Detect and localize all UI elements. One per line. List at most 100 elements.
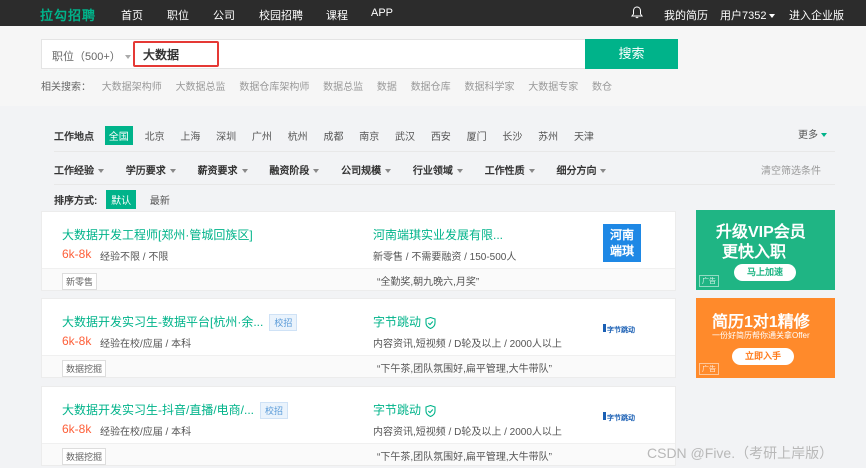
user-name: 用户7352 [720, 10, 767, 22]
company-logo[interactable]: 字节跳动 [603, 399, 641, 437]
filter-dropdown-label: 工作经验 [54, 166, 94, 177]
job-title[interactable]: 大数据开发实习生-抖音/直播/电商/... 校招 [62, 401, 289, 420]
city-option[interactable]: 厦门 [463, 126, 491, 145]
filter-dropdown-row: 工作经验 学历要求 薪资要求 融资阶段 公司规模 行业领域 工作性质 细分方向 [54, 162, 625, 177]
bell-icon[interactable] [631, 6, 643, 19]
city-option[interactable]: 武汉 [391, 126, 419, 145]
filter-dropdown-label: 细分方向 [556, 166, 597, 177]
job-requirements: 经验在校/应届 / 本科 [100, 339, 192, 350]
ad-subheadline: 一份好简历帮你通关拿Offer [712, 331, 810, 340]
ad-cta-button[interactable]: 立即入手 [732, 348, 794, 365]
filter-dropdown-salary[interactable]: 薪资要求 [198, 162, 248, 177]
city-option[interactable]: 苏州 [534, 126, 562, 145]
chevron-down-icon [528, 169, 535, 174]
company-logo[interactable]: 字节跳动 [603, 311, 641, 349]
clear-filters-link[interactable]: 清空筛选条件 [761, 162, 821, 177]
job-title[interactable]: 大数据开发实习生-数据平台[杭州·余... 校招 [62, 313, 298, 332]
chevron-down-icon [313, 169, 320, 174]
job-card-footer: 新零售 “全勤奖,朝九晚六,月奖” [42, 268, 675, 290]
search-button[interactable]: 搜索 [585, 39, 678, 69]
filter-dropdown-company-size[interactable]: 公司规模 [341, 162, 392, 177]
watermark: CSDN @Five.（考研上岸版） [647, 445, 834, 461]
filter-dropdown-job-type[interactable]: 工作性质 [485, 162, 535, 177]
nav-item-courses[interactable]: 课程 [326, 7, 348, 23]
job-title-text: 大数据开发实习生-数据平台[杭州·余... [62, 315, 264, 329]
more-cities-label: 更多 [798, 130, 818, 141]
city-option[interactable]: 天津 [570, 126, 598, 145]
chevron-down-icon [600, 169, 607, 174]
company-info: 内容资讯,短视频 / D轮及以上 / 2000人以上 [373, 427, 562, 438]
nav-item-companies[interactable]: 公司 [213, 7, 235, 23]
filter-dropdown-label: 公司规模 [341, 166, 382, 177]
job-title[interactable]: 大数据开发工程师[郑州·管城回族区] [62, 226, 253, 243]
sort-option-default[interactable]: 默认 [106, 190, 137, 209]
ad-badge: 广告 [699, 363, 719, 375]
filter-dropdown-label: 工作性质 [484, 166, 525, 177]
related-search-link[interactable]: 大数据架构师 [102, 82, 162, 93]
chevron-down-icon [98, 169, 104, 174]
related-search-link[interactable]: 大数据总监 [176, 82, 226, 93]
sort-option-latest[interactable]: 最新 [145, 190, 175, 209]
filter-dropdown-experience[interactable]: 工作经验 [54, 162, 104, 177]
company-logo-text: 河南 [609, 228, 634, 242]
resume-ad-banner[interactable]: 简历1对1精修 一份好简历帮你通关拿Offer 立即入手 广告 [696, 298, 835, 378]
city-option[interactable]: 杭州 [284, 126, 312, 145]
search-input[interactable] [133, 41, 219, 67]
city-option[interactable]: 全国 [104, 126, 133, 145]
city-option[interactable]: 深圳 [212, 126, 240, 145]
nav-item-jobs[interactable]: 职位 [167, 7, 189, 23]
user-menu[interactable]: 用户7352 [720, 7, 776, 23]
related-search-link[interactable]: 大数据专家 [528, 82, 578, 93]
related-search-link[interactable]: 数据仓库架构师 [239, 82, 309, 93]
ad-cta-button[interactable]: 马上加速 [734, 264, 796, 281]
job-requirements: 经验在校/应届 / 本科 [100, 427, 192, 438]
city-option[interactable]: 成都 [319, 126, 347, 145]
company-name[interactable]: 字节跳动 [373, 401, 436, 418]
filter-dropdown-funding[interactable]: 融资阶段 [269, 162, 320, 177]
vip-ad-banner[interactable]: 升级VIP会员 更快入职 马上加速 广告 [696, 210, 835, 290]
city-option[interactable]: 长沙 [498, 126, 526, 145]
my-resume-link[interactable]: 我的简历 [664, 7, 708, 23]
ad-badge: 广告 [699, 275, 719, 287]
location-filter-label: 工作地点 [54, 132, 94, 143]
search-category-select[interactable]: 职位（500+） [52, 48, 131, 64]
city-option[interactable]: 西安 [427, 126, 455, 145]
related-search-link[interactable]: 数仓 [592, 82, 612, 93]
nav-item-app[interactable]: APP [371, 7, 393, 19]
more-cities-button[interactable]: 更多 [798, 126, 827, 141]
city-option[interactable]: 北京 [141, 126, 169, 145]
filter-dropdown-education[interactable]: 学历要求 [126, 162, 176, 177]
industry-tag: 数据挖掘 [62, 360, 107, 377]
company-name[interactable]: 河南端琪实业发展有限... [373, 226, 503, 243]
enterprise-link[interactable]: 进入企业版 [789, 7, 844, 23]
job-card[interactable]: 大数据开发实习生-数据平台[杭州·余... 校招 6k-8k 经验在校/应届 / … [41, 298, 676, 378]
filter-dropdown-industry[interactable]: 行业领域 [413, 162, 463, 177]
related-search-link[interactable]: 数据 [377, 82, 397, 93]
job-card[interactable]: 大数据开发工程师[郑州·管城回族区] 6k-8k 经验不限 / 不限 河南端琪实… [41, 211, 676, 291]
filter-dropdown-label: 薪资要求 [197, 166, 238, 177]
company-info: 内容资讯,短视频 / D轮及以上 / 2000人以上 [373, 339, 562, 350]
chevron-down-icon [456, 169, 463, 174]
ad-headline: 简历1对1精修 [712, 314, 810, 331]
company-info: 新零售 / 不需要融资 / 150-500人 [373, 252, 517, 263]
related-search-link[interactable]: 数据科学家 [464, 82, 514, 93]
related-search-link[interactable]: 数据仓库 [411, 82, 451, 93]
top-nav-bar: 拉勾招聘 首页 职位 公司 校园招聘 课程 APP 我的简历 用户7352 进入… [0, 0, 866, 26]
city-option[interactable]: 上海 [176, 126, 204, 145]
filter-dropdown-direction[interactable]: 细分方向 [556, 162, 607, 177]
chevron-down-icon [821, 133, 827, 138]
related-search-link[interactable]: 数据总监 [323, 82, 363, 93]
search-section: 职位（500+） 搜索 相关搜索： 大数据架构师 大数据总监 数据仓库架构师 数… [0, 26, 866, 106]
brand-logo[interactable]: 拉勾招聘 [40, 5, 96, 24]
nav-item-home[interactable]: 首页 [121, 7, 143, 23]
city-option[interactable]: 南京 [355, 126, 383, 145]
filter-dropdown-label: 学历要求 [125, 166, 166, 177]
industry-tag: 数据挖掘 [62, 448, 107, 465]
company-logo-text: 字节跳动 [607, 415, 635, 422]
company-name[interactable]: 字节跳动 [373, 313, 436, 330]
city-option[interactable]: 广州 [248, 126, 276, 145]
job-salary: 6k-8k [62, 422, 92, 436]
company-logo[interactable]: 河南 端琪 [603, 224, 641, 262]
nav-item-campus[interactable]: 校园招聘 [259, 7, 303, 23]
job-card[interactable]: 大数据开发实习生-抖音/直播/电商/... 校招 6k-8k 经验在校/应届 / … [41, 386, 676, 466]
